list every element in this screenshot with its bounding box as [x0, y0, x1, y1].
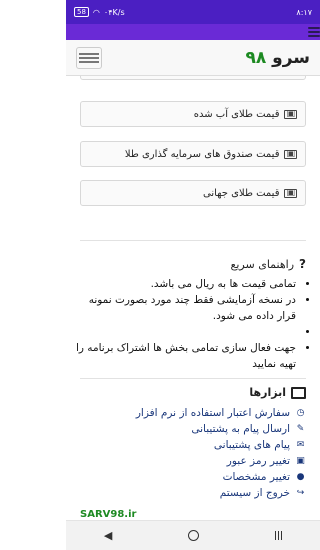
divider — [80, 378, 306, 379]
money-icon: ▣ — [284, 108, 297, 119]
logout-icon: ↪ — [296, 488, 305, 498]
back-icon[interactable]: ◀ — [104, 529, 112, 542]
guide-item — [70, 324, 296, 340]
card-label: قیمت طلای جهانی — [203, 187, 280, 199]
card-label: قیمت طلای آب شده — [193, 108, 280, 120]
guide-item: تمامی قیمت ها به ریال می باشد. — [70, 276, 296, 292]
menu-icon[interactable] — [308, 25, 320, 39]
clock: ۸:۱۷ — [296, 7, 312, 17]
price-card-melted-gold[interactable]: ▣ قیمت طلای آب شده — [80, 101, 306, 127]
price-card-world-gold[interactable]: ▣ قیمت طلای جهانی — [80, 180, 306, 206]
tool-label: ارسال پیام به پشتیبانی — [191, 423, 290, 435]
top-band — [66, 24, 320, 40]
tool-label: تغییر مشخصات — [222, 471, 290, 483]
tool-label: پیام های پشتیبانی — [213, 439, 290, 451]
tool-support-messages[interactable]: ✉ پیام های پشتیبانی — [80, 437, 306, 453]
brand-logo[interactable]: سرو ۹۸ — [245, 48, 310, 68]
wifi-icon: ◠ — [92, 7, 100, 17]
tool-change-profile[interactable]: ● تغییر مشخصات — [80, 469, 306, 485]
card-label: قیمت صندوق های سرمایه گذاری طلا — [124, 148, 280, 160]
price-card-gold-funds[interactable]: ▣ قیمت صندوق های سرمایه گذاری طلا — [80, 141, 306, 167]
clock-icon: ◷ — [296, 408, 305, 418]
tool-order-credit[interactable]: ◷ سفارش اعتبار استفاده از نرم افزار — [80, 405, 306, 421]
divider — [80, 240, 306, 241]
guide-title: ? راهنمای سریع — [231, 257, 306, 271]
tool-label: خروج از سیستم — [219, 487, 290, 499]
tool-change-password[interactable]: ▣ تغییر رمز عبور — [80, 453, 306, 469]
tool-list: ◷ سفارش اعتبار استفاده از نرم افزار ✎ ار… — [80, 405, 306, 501]
brand-number: ۹۸ — [245, 47, 267, 68]
envelope-icon: ✉ — [296, 440, 305, 450]
money-icon: ▣ — [284, 148, 297, 159]
network-speed: ۰۴K/s — [103, 7, 125, 17]
home-icon[interactable] — [187, 530, 199, 541]
app-header: سرو ۹۸ — [66, 40, 320, 76]
monitor-icon — [291, 386, 306, 399]
guide-item: جهت فعال سازی تمامی بخش ها اشتراک برنامه… — [70, 340, 296, 372]
tools-title: ابزارها — [249, 386, 306, 399]
battery-icon: 58 — [74, 7, 89, 17]
guide-item: در نسخه آزمایشی فقط چند مورد بصورت نمونه… — [70, 292, 296, 324]
tools-title-text: ابزارها — [249, 386, 286, 399]
recent-apps-icon[interactable] — [274, 531, 283, 540]
tool-send-message[interactable]: ✎ ارسال پیام به پشتیبانی — [80, 421, 306, 437]
question-icon: ? — [299, 257, 306, 271]
guide-title-text: راهنمای سریع — [230, 257, 295, 271]
money-icon: ▣ — [284, 187, 297, 198]
tool-logout[interactable]: ↪ خروج از سیستم — [80, 485, 306, 501]
brand-word: سرو — [272, 47, 310, 68]
system-nav-bar: ◀ — [66, 520, 320, 550]
user-icon: ● — [296, 472, 305, 482]
lock-icon: ▣ — [296, 456, 305, 466]
tool-label: سفارش اعتبار استفاده از نرم افزار — [135, 407, 290, 419]
navbar-toggle-button[interactable] — [76, 46, 102, 69]
guide-list: تمامی قیمت ها به ریال می باشد. در نسخه آ… — [70, 276, 310, 372]
tool-label: تغییر رمز عبور — [226, 455, 290, 467]
edit-icon: ✎ — [296, 424, 305, 434]
status-bar: 58 ◠ ۰۴K/s ۸:۱۷ — [66, 0, 320, 24]
status-left: 58 ◠ ۰۴K/s — [74, 7, 125, 17]
